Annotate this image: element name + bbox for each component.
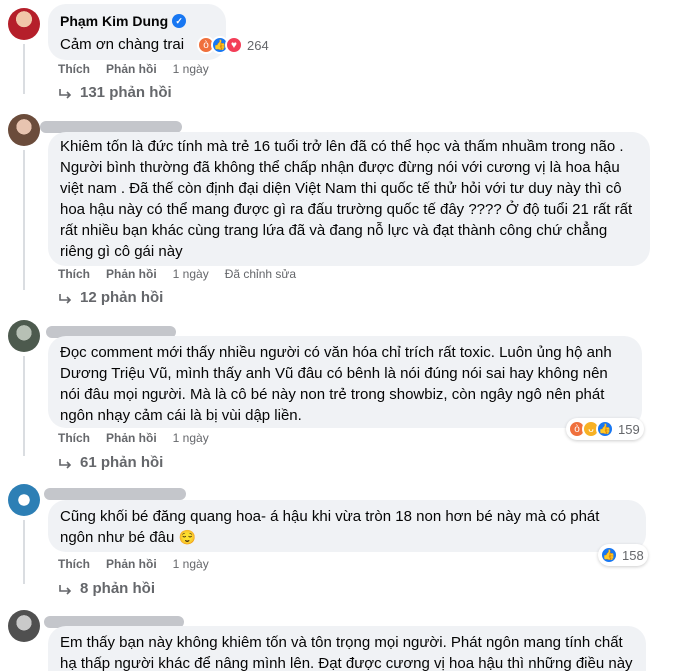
comment-text: Cảm ơn chàng trai	[60, 36, 185, 53]
reaction-icons: 👍	[600, 546, 618, 564]
like-reaction-icon: 👍	[600, 546, 618, 564]
comment-bubble: Đọc comment mới thấy nhiều người có văn …	[48, 336, 642, 428]
love-reaction-icon: ♥	[225, 36, 243, 54]
like-reaction-icon: 👍	[596, 420, 614, 438]
reply-arrow-icon	[58, 583, 72, 595]
reaction-summary[interactable]: ò 👍 ♥ 264	[195, 34, 273, 56]
blurred-author-name	[44, 488, 186, 500]
reply-arrow-icon	[58, 292, 72, 304]
comment-actions: Thích Phản hồi 1 ngày Đã chỉnh sửa	[58, 267, 296, 281]
replies-count[interactable]: 61 phản hồi	[80, 454, 163, 471]
comment-bubble: Em thấy bạn này không khiêm tốn và tôn t…	[48, 626, 646, 671]
comment-bubble: Cũng khối bé đăng quang hoa- á hậu khi v…	[48, 500, 646, 552]
comment-time[interactable]: 1 ngày	[173, 431, 209, 445]
comment-text: Cũng khối bé đăng quang hoa- á hậu khi v…	[60, 506, 634, 548]
comment-actions: Thích Phản hồi 1 ngày	[58, 431, 209, 445]
avatar[interactable]	[8, 8, 40, 40]
view-replies-button[interactable]: 12 phản hồi	[58, 289, 163, 306]
comment-3: Đọc comment mới thấy nhiều người có văn …	[0, 318, 685, 478]
comment-2: Khiêm tốn là đức tính mà trẻ 16 tuổi trở…	[0, 112, 685, 312]
like-button[interactable]: Thích	[58, 431, 90, 445]
verified-badge-icon: ✓	[172, 14, 187, 28]
reaction-count: 159	[618, 421, 640, 437]
like-button[interactable]: Thích	[58, 557, 90, 571]
avatar[interactable]	[8, 114, 40, 146]
reply-button[interactable]: Phản hồi	[106, 557, 157, 571]
reaction-summary[interactable]: 👍 158	[598, 544, 648, 566]
view-replies-button[interactable]: 61 phản hồi	[58, 454, 163, 471]
relieved-face-emoji: 😌	[178, 529, 196, 545]
reply-button[interactable]: Phản hồi	[106, 267, 157, 281]
replies-count[interactable]: 8 phản hồi	[80, 580, 155, 597]
comment-5: Em thấy bạn này không khiêm tốn và tôn t…	[0, 608, 685, 671]
reply-arrow-icon	[58, 457, 72, 469]
view-replies-button[interactable]: 131 phản hồi	[58, 84, 172, 101]
reaction-summary[interactable]: ò ᴗ 👍 159	[566, 418, 644, 440]
avatar[interactable]	[8, 320, 40, 352]
author-name[interactable]: Phạm Kim Dung	[60, 12, 168, 30]
comment-actions: Thích Phản hồi 1 ngày	[58, 557, 209, 571]
comment-time[interactable]: 1 ngày	[173, 267, 209, 281]
like-button[interactable]: Thích	[58, 267, 90, 281]
comment-text: Khiêm tốn là đức tính mà trẻ 16 tuổi trở…	[60, 138, 633, 260]
comment-time[interactable]: 1 ngày	[173, 62, 209, 76]
comment-text-content: Cũng khối bé đăng quang hoa- á hậu khi v…	[60, 508, 600, 546]
replies-count[interactable]: 131 phản hồi	[80, 84, 172, 101]
comment-1: Phạm Kim Dung ✓ Cảm ơn chàng trai ò 👍 ♥ …	[0, 0, 685, 110]
reply-button[interactable]: Phản hồi	[106, 62, 157, 76]
comment-bubble: Khiêm tốn là đức tính mà trẻ 16 tuổi trở…	[48, 132, 650, 266]
reaction-icons: ò 👍 ♥	[197, 36, 243, 54]
replies-count[interactable]: 12 phản hồi	[80, 289, 163, 306]
avatar[interactable]	[8, 484, 40, 516]
reaction-icons: ò ᴗ 👍	[568, 420, 614, 438]
avatar[interactable]	[8, 610, 40, 642]
reaction-count: 264	[247, 37, 269, 53]
comment-actions: Thích Phản hồi 1 ngày	[58, 62, 209, 76]
thread-line	[23, 520, 25, 584]
reaction-count: 158	[622, 547, 644, 563]
comment-text: Em thấy bạn này không khiêm tốn và tôn t…	[60, 634, 633, 671]
thread-line	[23, 356, 25, 456]
reply-arrow-icon	[58, 87, 72, 99]
reply-button[interactable]: Phản hồi	[106, 431, 157, 445]
thread-line	[23, 150, 25, 290]
edited-label: Đã chỉnh sửa	[224, 267, 297, 281]
like-button[interactable]: Thích	[58, 62, 90, 76]
view-replies-button[interactable]: 8 phản hồi	[58, 580, 155, 597]
comment-time[interactable]: 1 ngày	[173, 557, 209, 571]
comment-text: Đọc comment mới thấy nhiều người có văn …	[60, 344, 612, 424]
comment-author[interactable]: Phạm Kim Dung ✓	[60, 12, 214, 30]
comment-4: Cũng khối bé đăng quang hoa- á hậu khi v…	[0, 482, 685, 602]
thread-line	[23, 44, 25, 94]
